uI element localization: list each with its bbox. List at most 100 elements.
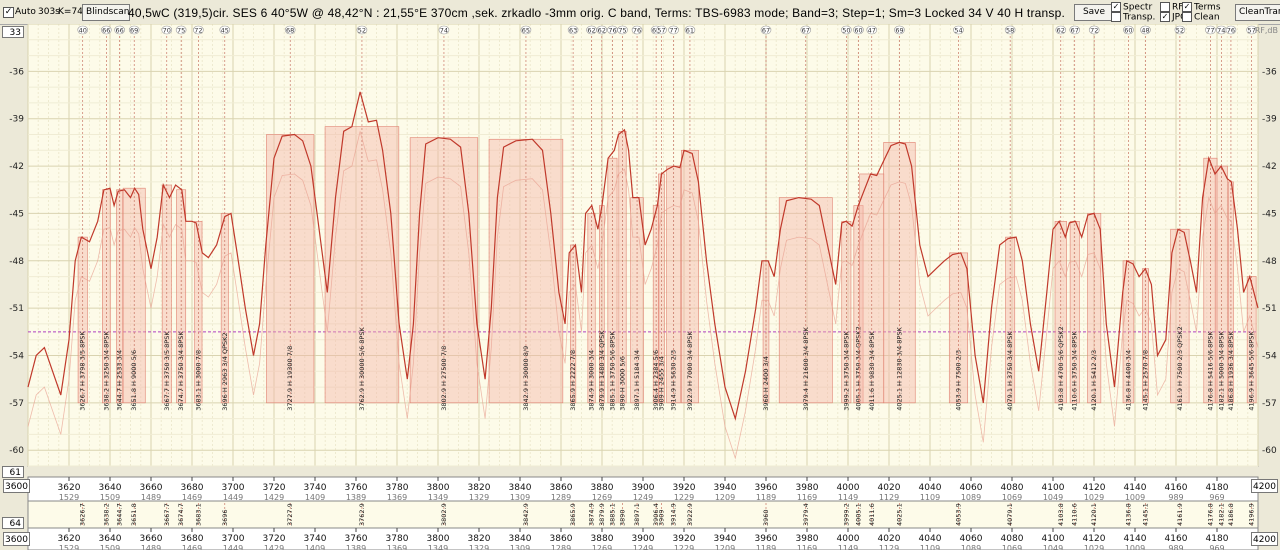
if-tick-label: 1329 bbox=[469, 544, 489, 550]
lower-marker-label: 3885.1 bbox=[608, 503, 616, 526]
transponder-badge-label: 60 bbox=[1124, 27, 1132, 35]
option-terms-checkbox[interactable]: ✓ Terms bbox=[1182, 2, 1221, 13]
if-tick-label: 1069 bbox=[1002, 544, 1022, 550]
lower-marker-label: 3874.9 bbox=[588, 503, 596, 526]
transponder-params: 3897.1 H 5184 3/4 bbox=[633, 350, 641, 411]
checkbox-box[interactable]: ✓ bbox=[1111, 2, 1121, 12]
x-tick-label: 3640 bbox=[99, 483, 122, 493]
transponder-badge-label: 69 bbox=[130, 27, 138, 35]
transponder-badge-label: 77 bbox=[1206, 27, 1214, 35]
x-tick-label: 4160 bbox=[1165, 483, 1188, 493]
lower-marker-label: 3879.9 bbox=[598, 503, 606, 526]
checkbox-box[interactable] bbox=[1182, 12, 1192, 22]
checkbox-box[interactable]: ✓ bbox=[1160, 12, 1170, 22]
lower-marker-label: 3644.7 bbox=[116, 503, 124, 526]
transponder-badge-label: 75 bbox=[177, 27, 185, 35]
x-tick-label: 3960 bbox=[755, 534, 778, 544]
lower-marker-label: 3979.4 bbox=[802, 503, 810, 526]
transponder-badge-label: 67 bbox=[802, 27, 810, 35]
x-tick-label: 3900 bbox=[632, 534, 655, 544]
blindscan-button[interactable]: Blindscan bbox=[82, 4, 130, 21]
transponder-params: 3638.2 H 3250 3/4 8PSK bbox=[102, 331, 110, 411]
transponder-params: 3727.9 H 19300 7/8 bbox=[286, 346, 294, 411]
auto-label: Auto bbox=[15, 7, 36, 17]
x-tick-label: 3680 bbox=[181, 534, 204, 544]
option-spectr-checkbox[interactable]: ✓ Spectr bbox=[1111, 2, 1152, 13]
transponder-params: 4011.6 H 9830 3/4 8PSK bbox=[868, 331, 876, 411]
freq-end-field-2[interactable]: 4200 bbox=[1251, 532, 1278, 546]
transponder-badge-label: 66 bbox=[115, 27, 123, 35]
transponder-params: 3885.1 H 3750 5/6 8PSK bbox=[608, 331, 616, 411]
if-tick-label: 1169 bbox=[797, 544, 817, 550]
lower-marker-label: 4182.1 bbox=[1217, 503, 1225, 526]
x-tick-label: 3840 bbox=[509, 483, 532, 493]
transponder-params: 3667.7 H 3750 3/5 8PSK bbox=[163, 331, 171, 411]
transponder-badge-label: 68 bbox=[286, 27, 294, 35]
x-tick-label: 4180 bbox=[1206, 483, 1229, 493]
if-tick-label: 1189 bbox=[756, 544, 776, 550]
option-transp-checkbox[interactable]: Transp. bbox=[1111, 12, 1155, 23]
x-tick-label: 3680 bbox=[181, 483, 204, 493]
x-tick-label: 3800 bbox=[427, 483, 450, 493]
lower-marker-label: 3667.7 bbox=[163, 503, 171, 526]
y-tick-label: -42 bbox=[9, 162, 24, 172]
x-tick-label: 3820 bbox=[468, 534, 491, 544]
transponder-params: 4136.8 H 4400 3/4 bbox=[1124, 350, 1132, 411]
transponder-params: 3683.1 H 3000 7/8 bbox=[194, 350, 202, 411]
freq-end-field[interactable]: 4200 bbox=[1251, 479, 1278, 493]
lower-marker-label: 3683.1 bbox=[194, 503, 202, 526]
save-button[interactable]: Save bbox=[1074, 4, 1114, 21]
checkbox-box[interactable] bbox=[1160, 2, 1170, 12]
option-clean-checkbox[interactable]: Clean bbox=[1182, 12, 1220, 23]
lower-marker-label: 3842.9 bbox=[522, 503, 530, 526]
transponder-badge-label: 62 bbox=[1057, 27, 1065, 35]
lower-marker-label: 4110.6 bbox=[1071, 503, 1079, 526]
transponder-badge-label: 58 bbox=[1006, 27, 1014, 35]
option-rf-checkbox[interactable]: RF bbox=[1160, 2, 1183, 13]
top-level-spinner[interactable]: 33 bbox=[2, 26, 24, 38]
transponder-params: 3762.9 H 30000 5/6 8PSK bbox=[358, 327, 366, 411]
time-label: 303s bbox=[38, 7, 60, 17]
k-label: K=74 bbox=[58, 7, 83, 17]
transponder-badge-label: 61 bbox=[686, 27, 694, 35]
spectrum-chart: -36 -36 -39 -39 -42 -42 -45 -45 -48 -48 -51 -51 -54 -… bbox=[9, 24, 1277, 550]
bottom-spinner[interactable]: 64 bbox=[2, 517, 24, 529]
lower-marker-label: 3696 bbox=[221, 509, 229, 526]
clean-transp-button[interactable]: CleanTransp bbox=[1235, 4, 1280, 21]
auto-checkbox[interactable]: ✓ bbox=[3, 7, 14, 18]
x-tick-label: 3620 bbox=[58, 483, 81, 493]
transponder-params: 4120.1 H 5412 2/3 bbox=[1090, 350, 1098, 411]
x-tick-label: 3760 bbox=[345, 483, 368, 493]
if-tick-label: 1249 bbox=[633, 544, 653, 550]
if-tick-label: 1369 bbox=[387, 544, 407, 550]
y-tick-label: -57 bbox=[9, 399, 24, 409]
x-tick-label: 3880 bbox=[591, 483, 614, 493]
transponder-params: 3999.2 H 3750 3/4 8PSK bbox=[842, 331, 850, 411]
mid-spinner[interactable]: 61 bbox=[2, 466, 24, 478]
x-tick-label: 3820 bbox=[468, 483, 491, 493]
checkbox-box[interactable]: ✓ bbox=[1182, 2, 1192, 12]
transponder-badge-label: 70 bbox=[163, 27, 171, 35]
checkbox-box[interactable] bbox=[1111, 12, 1121, 22]
lower-marker-label: 4053.9 bbox=[954, 503, 962, 526]
x-tick-label: 3940 bbox=[714, 534, 737, 544]
transponder-params: 4176.8 H 5416 5/6 8PSK bbox=[1206, 331, 1214, 411]
x-tick-label: 3900 bbox=[632, 483, 655, 493]
if-tick-label: 1129 bbox=[879, 544, 899, 550]
freq-start-field[interactable]: 3600 bbox=[3, 479, 30, 493]
lower-marker-label: 4079.1 bbox=[1006, 503, 1014, 526]
transponder-badge-label: 52 bbox=[358, 27, 366, 35]
x-tick-label: 4160 bbox=[1165, 534, 1188, 544]
transponder-badge-label: 60 bbox=[854, 27, 862, 35]
if-tick-label: 969 bbox=[1209, 544, 1224, 550]
lower-marker-label: 3651.8 bbox=[130, 503, 138, 526]
if-tick-label: 1289 bbox=[551, 544, 571, 550]
if-tick-label: 1049 bbox=[1043, 544, 1063, 550]
y-tick-label-right: -42 bbox=[1262, 162, 1277, 172]
x-tick-label: 3920 bbox=[673, 534, 696, 544]
transponder-badge-label: 50 bbox=[842, 27, 850, 35]
freq-start-field-2[interactable]: 3600 bbox=[3, 532, 30, 546]
x-tick-label: 3760 bbox=[345, 534, 368, 544]
if-tick-label: 1449 bbox=[223, 544, 243, 550]
lower-marker-label: 3897.1 bbox=[633, 503, 641, 526]
